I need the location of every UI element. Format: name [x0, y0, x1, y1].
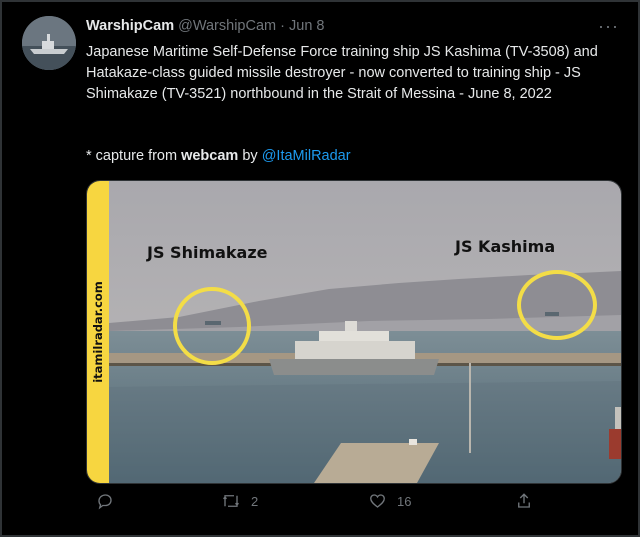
tweet-header: WarshipCam @WarshipCam · Jun 8: [86, 18, 325, 34]
more-icon[interactable]: ···: [598, 16, 619, 37]
tweet-media-image[interactable]: itamilradar.com JS Shimakaze JS Kashima: [86, 180, 622, 484]
display-name[interactable]: WarshipCam: [86, 18, 174, 34]
separator-dot: ·: [280, 18, 285, 34]
watermark-strip: itamilradar.com: [87, 181, 109, 483]
capture-webcam: webcam: [181, 148, 239, 164]
like-count: 16: [397, 493, 412, 509]
avatar-ship-image: [22, 16, 76, 70]
capture-by: by: [238, 148, 262, 164]
retweet-button[interactable]: 2: [221, 492, 258, 510]
avatar[interactable]: [22, 16, 76, 70]
tweet-date[interactable]: Jun 8: [289, 18, 324, 34]
user-handle[interactable]: @WarshipCam: [178, 18, 276, 34]
capture-prefix: * capture from: [86, 148, 182, 164]
share-button[interactable]: [516, 492, 532, 510]
label-kashima: JS Kashima: [455, 237, 556, 256]
mention-link[interactable]: @ItaMilRadar: [262, 148, 351, 164]
tweet-text: Japanese Maritime Self-Defense Force tra…: [86, 42, 614, 105]
tweet-actions: 2 16: [2, 492, 640, 522]
highlight-circle-shimakaze: [173, 287, 251, 365]
retweet-icon: [223, 495, 239, 507]
highlight-circle-kashima: [517, 270, 597, 340]
reply-button[interactable]: [96, 492, 114, 510]
label-shimakaze: JS Shimakaze: [147, 243, 268, 262]
reply-icon: [98, 494, 112, 510]
watermark-text: itamilradar.com: [91, 281, 105, 383]
like-icon: [370, 494, 385, 508]
retweet-count: 2: [251, 493, 259, 509]
tweet-body: Japanese Maritime Self-Defense Force tra…: [86, 44, 598, 102]
capture-credit: * capture from webcam by @ItaMilRadar: [86, 148, 351, 164]
like-button[interactable]: 16: [368, 492, 411, 510]
share-icon: [518, 493, 530, 508]
tweet-card[interactable]: WarshipCam @WarshipCam · Jun 8 ··· Japan…: [0, 0, 640, 537]
